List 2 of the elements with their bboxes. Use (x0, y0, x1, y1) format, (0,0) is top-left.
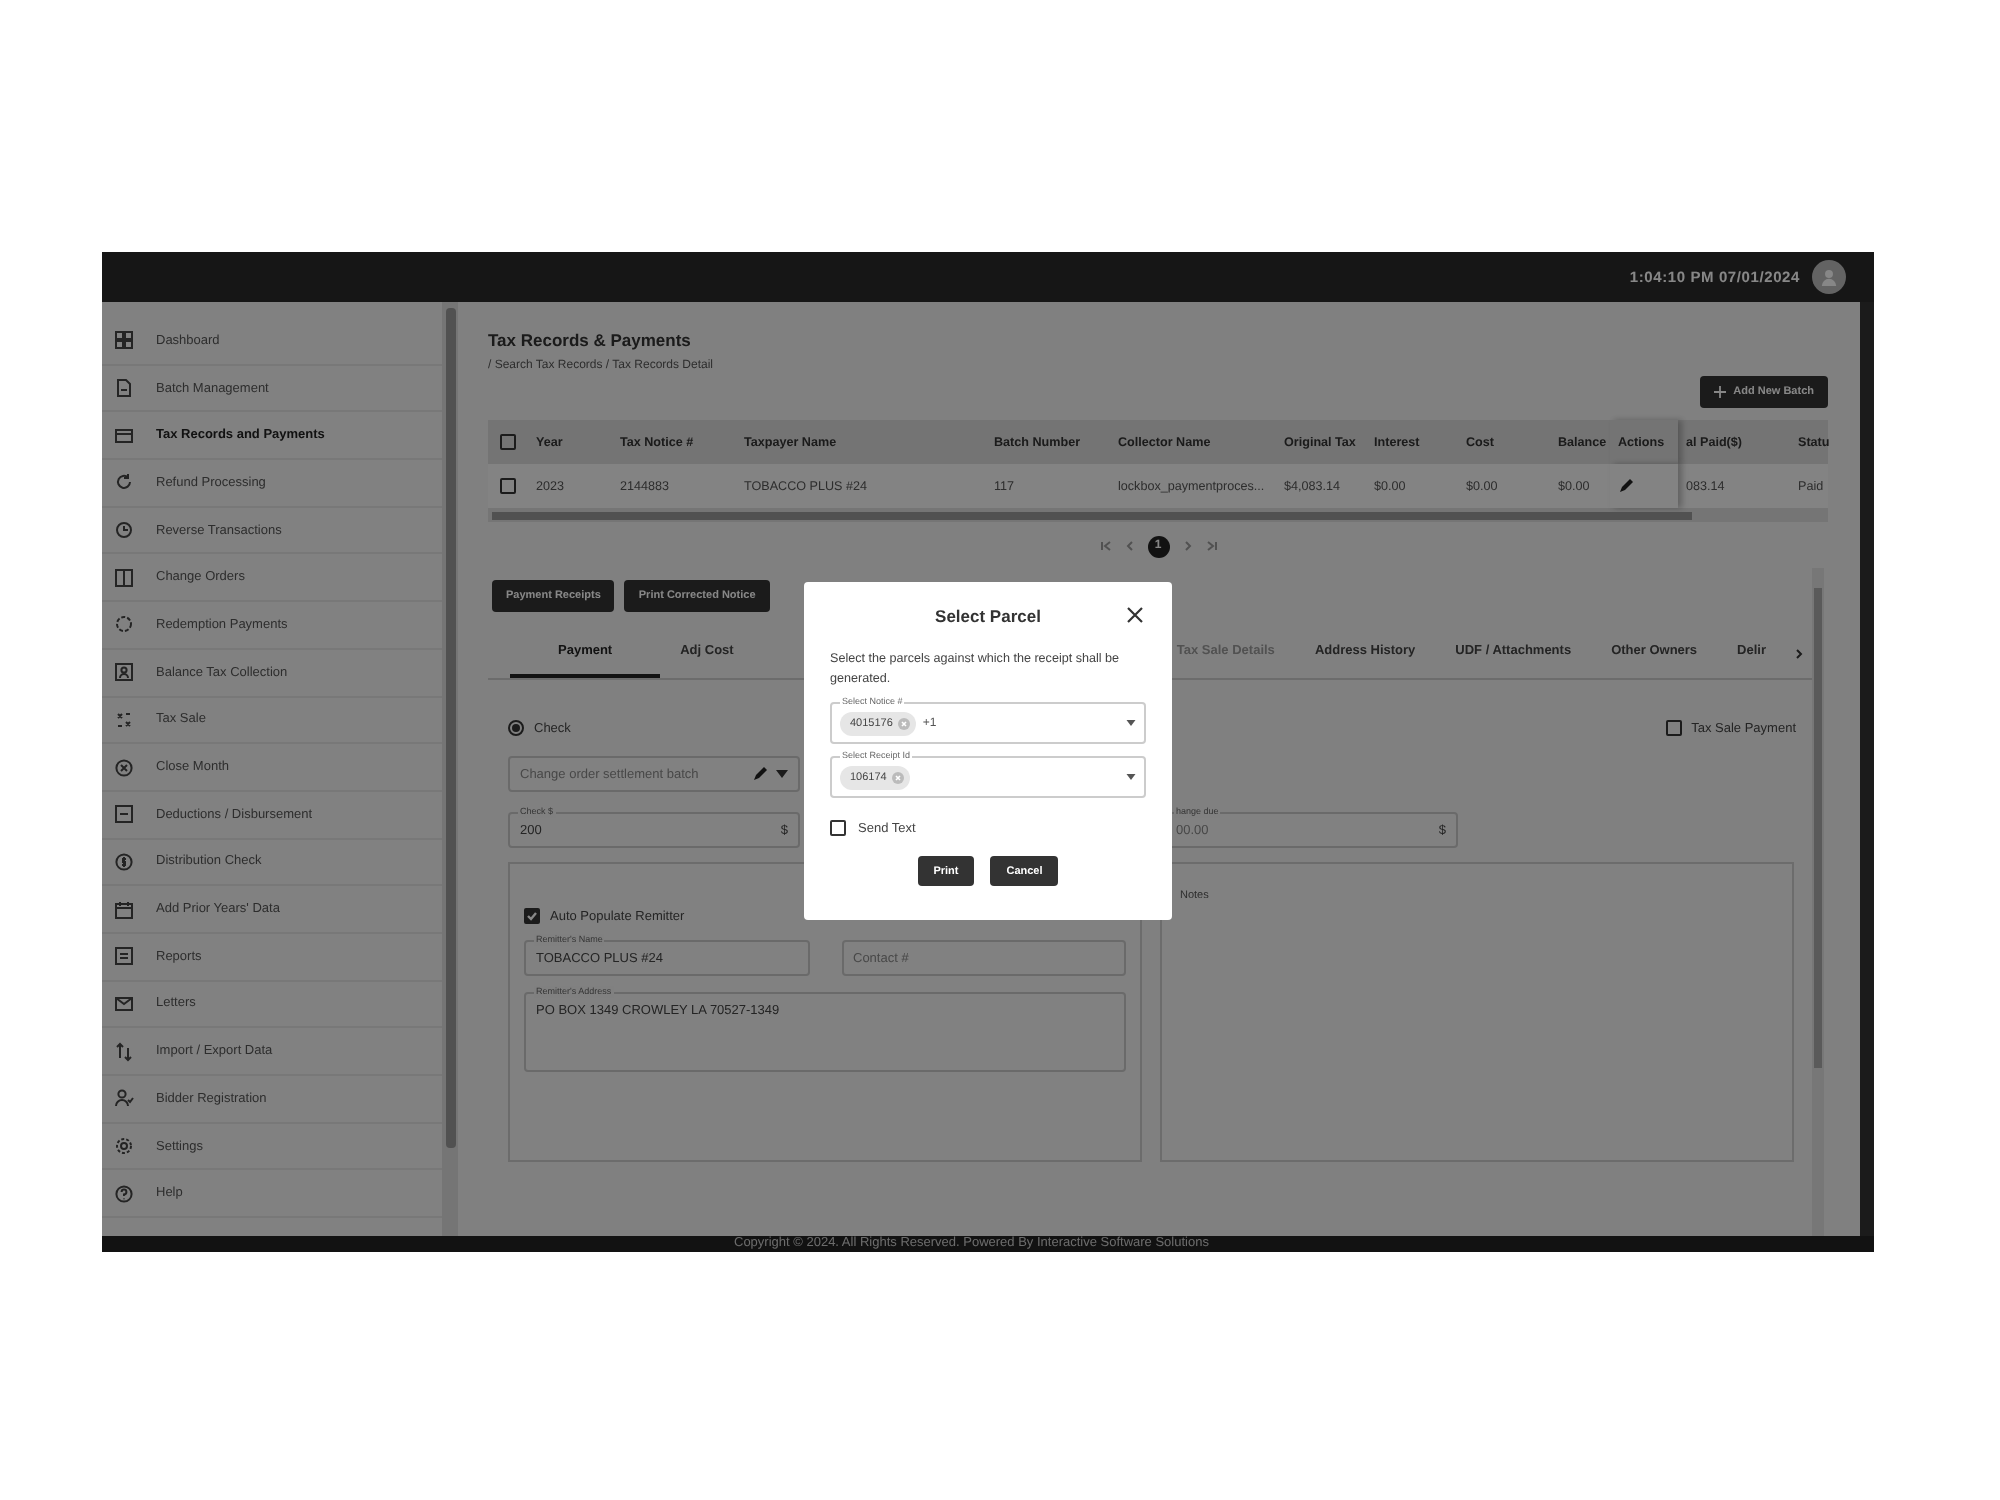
dialog-title: Select Parcel (935, 606, 1041, 626)
page-title: Tax Records & Payments (488, 330, 693, 354)
